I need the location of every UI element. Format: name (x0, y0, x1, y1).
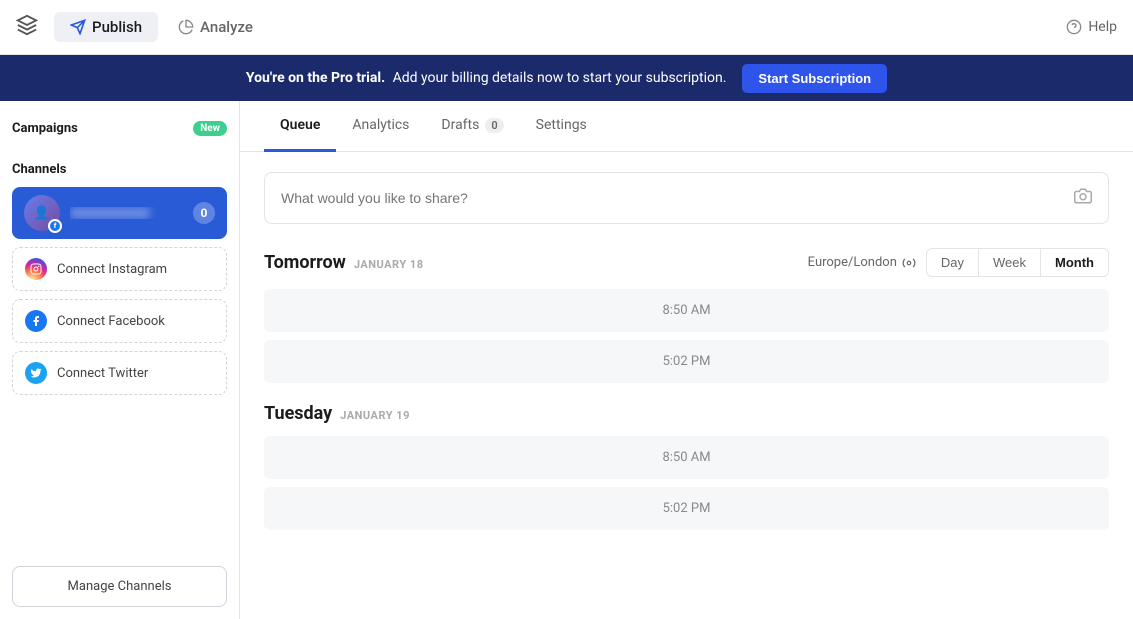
campaigns-section: Campaigns New (12, 121, 227, 136)
publish-nav-label: Publish (92, 18, 142, 36)
view-day-button[interactable]: Day (927, 249, 978, 276)
day-header: Tuesday JANUARY 19 (264, 403, 1109, 424)
connect-facebook-label: Connect Facebook (57, 314, 165, 329)
channel-post-count: 0 (193, 202, 215, 224)
facebook-icon (25, 310, 47, 332)
timezone-selector[interactable]: Europe/London (808, 255, 916, 270)
main-content: Queue Analytics Drafts 0 Settings (240, 101, 1133, 619)
time-slot: 5:02 PM (264, 487, 1109, 530)
day-date: JANUARY 18 (354, 258, 424, 271)
timezone-label: Europe/London (808, 255, 897, 270)
slot-time: 5:02 PM (663, 501, 711, 516)
tab-analytics[interactable]: Analytics (336, 101, 425, 152)
tab-queue[interactable]: Queue (264, 101, 336, 152)
connect-instagram-label: Connect Instagram (57, 262, 167, 277)
channel-avatar: 👤 f (24, 195, 60, 231)
campaigns-label: Campaigns (12, 121, 78, 136)
compose-box[interactable] (264, 172, 1109, 224)
day-controls: Europe/London Day Week Month (808, 248, 1109, 277)
day-section: Tuesday JANUARY 19 8:50 AM 5:02 PM (264, 403, 1109, 530)
tab-drafts[interactable]: Drafts 0 (425, 101, 519, 152)
time-slot: 8:50 AM (264, 289, 1109, 332)
compose-input[interactable] (281, 190, 1074, 206)
day-title: Tuesday JANUARY 19 (264, 403, 410, 424)
time-slot: 8:50 AM (264, 436, 1109, 479)
connect-instagram-button[interactable]: Connect Instagram (12, 247, 227, 291)
banner-text: You're on the Pro trial. Add your billin… (246, 70, 727, 86)
twitter-icon (25, 362, 47, 384)
active-channel-item[interactable]: 👤 f 0 (12, 187, 227, 239)
view-week-button[interactable]: Week (978, 249, 1040, 276)
view-month-button[interactable]: Month (1040, 249, 1108, 276)
day-section: Tomorrow JANUARY 18 Europe/London Day We… (264, 248, 1109, 383)
analyze-nav-item[interactable]: Analyze (162, 12, 269, 42)
connect-facebook-button[interactable]: Connect Facebook (12, 299, 227, 343)
content-tabs: Queue Analytics Drafts 0 Settings (240, 101, 1133, 152)
app-logo (16, 14, 38, 40)
tab-queue-label: Queue (280, 117, 320, 133)
slot-time: 8:50 AM (662, 450, 710, 465)
connect-twitter-button[interactable]: Connect Twitter (12, 351, 227, 395)
sidebar-spacer (12, 403, 227, 566)
channel-platform-badge: f (48, 219, 62, 233)
view-toggle: Day Week Month (926, 248, 1109, 277)
day-date: JANUARY 19 (340, 409, 410, 422)
analyze-nav-label: Analyze (200, 18, 253, 36)
day-title: Tomorrow JANUARY 18 (264, 252, 424, 273)
top-nav: Publish Analyze Help (0, 0, 1133, 55)
day-name: Tuesday (264, 403, 332, 424)
slot-time: 8:50 AM (662, 303, 710, 318)
channels-section: Channels (12, 162, 227, 177)
tab-settings[interactable]: Settings (520, 101, 603, 152)
sidebar: Campaigns New Channels 👤 f 0 (0, 101, 240, 619)
help-nav-item[interactable]: Help (1066, 19, 1117, 35)
manage-channels-button[interactable]: Manage Channels (12, 566, 227, 607)
day-header: Tomorrow JANUARY 18 Europe/London Day We… (264, 248, 1109, 277)
tab-settings-label: Settings (536, 117, 587, 133)
start-subscription-button[interactable]: Start Subscription (742, 64, 887, 93)
channel-name-blurred (70, 207, 150, 219)
publish-nav-item[interactable]: Publish (54, 12, 158, 42)
instagram-icon (25, 258, 47, 280)
pro-trial-banner: You're on the Pro trial. Add your billin… (0, 55, 1133, 101)
day-name: Tomorrow (264, 252, 346, 273)
channels-label: Channels (12, 162, 66, 177)
help-nav-label: Help (1088, 19, 1117, 35)
tab-analytics-label: Analytics (352, 117, 409, 133)
channel-name (70, 207, 183, 219)
schedule-container: Tomorrow JANUARY 18 Europe/London Day We… (264, 248, 1109, 530)
camera-icon[interactable] (1074, 187, 1092, 209)
slot-time: 5:02 PM (663, 354, 711, 369)
time-slot: 5:02 PM (264, 340, 1109, 383)
drafts-count-badge: 0 (485, 118, 503, 133)
connect-twitter-label: Connect Twitter (57, 366, 148, 381)
manage-channels-label: Manage Channels (68, 579, 172, 594)
queue-content: Tomorrow JANUARY 18 Europe/London Day We… (240, 152, 1133, 619)
campaigns-new-badge: New (193, 121, 227, 136)
main-layout: Campaigns New Channels 👤 f 0 (0, 101, 1133, 619)
tab-drafts-label: Drafts (441, 117, 479, 133)
